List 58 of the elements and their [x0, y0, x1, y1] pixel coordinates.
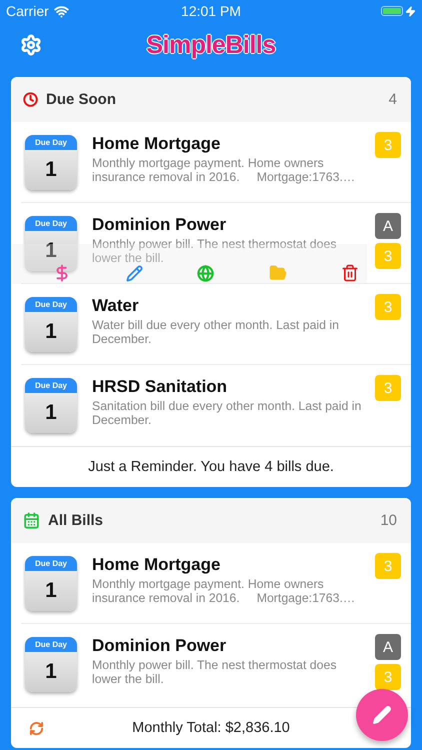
calendar-icon: [23, 512, 40, 529]
bill-tag: 3: [375, 243, 401, 269]
bill-description: Monthly power bill. The nest thermostat does lower the bill.: [92, 658, 338, 686]
due-label: Due Day: [25, 135, 77, 150]
due-day: 1: [25, 150, 77, 190]
bill-name: Home Mortgage: [92, 134, 222, 154]
section-title: All Bills: [48, 512, 104, 529]
clock-time: 12:01 PM: [181, 3, 241, 19]
due-day: 1: [25, 231, 77, 271]
bill-description: Monthly mortgage payment. Home owners insurance removal in 2016. Mortgage:1763.…: [92, 156, 356, 184]
bill-tag: A: [375, 213, 401, 239]
bill-tag: 3: [375, 664, 401, 690]
due-day: 1: [25, 652, 77, 692]
bill-description: Water bill due every other month. Last paid in December.: [92, 318, 340, 346]
due-label: Due Day: [25, 556, 77, 571]
bill-name: Water: [92, 296, 140, 316]
bill-row[interactable]: Due Day 1 Dominion Power Monthly power bill. The nest thermostat does lower the bill. A 3: [11, 203, 411, 284]
bill-name: Dominion Power: [92, 215, 228, 235]
due-day: 1: [25, 571, 77, 611]
bill-row[interactable]: Due Day 1 Dominion Power Monthly power bill. The nest thermostat does lower the bill. A 3: [11, 624, 411, 705]
refresh-icon[interactable]: [29, 721, 44, 736]
battery-icon: [381, 6, 403, 16]
bill-description: Monthly power bill. The nest thermostat does lower the bill.: [92, 237, 338, 265]
edit-icon[interactable]: [126, 265, 142, 282]
trash-icon[interactable]: [341, 264, 359, 282]
bill-name: Dominion Power: [92, 636, 228, 656]
bill-description: Sanitation bill due every other month. Last paid in December.: [92, 399, 362, 427]
carrier-name: Carrier: [6, 3, 49, 19]
due-label: Due Day: [25, 637, 77, 652]
bill-row[interactable]: Due Day 1 Home Mortgage Monthly mortgage payment. Home owners insurance removal in 2016. Mortgage:1763.… 3: [11, 543, 411, 624]
reminder-message: Just a Reminder. You have 4 bills due.: [88, 459, 334, 475]
globe-icon[interactable]: [197, 265, 214, 282]
bill-tag: 3: [375, 375, 401, 401]
section-title: Due Soon: [46, 91, 117, 108]
bill-description: Monthly mortgage payment. Home owners insurance removal in 2016. Mortgage:1763.…: [92, 577, 356, 605]
bill-name: Home Mortgage: [92, 555, 222, 575]
due-label: Due Day: [25, 216, 77, 231]
bill-tag: 3: [375, 132, 401, 158]
due-day: 1: [25, 312, 77, 352]
section-count: 4: [388, 91, 397, 108]
bill-row[interactable]: Due Day 1 Water Water bill due every other month. Last paid in December. 3: [11, 284, 411, 365]
due-label: Due Day: [25, 297, 77, 312]
bill-tag: A: [375, 634, 401, 660]
charging-icon: [405, 6, 416, 16]
wifi-icon: [54, 4, 69, 18]
bill-name: HRSD Sanitation: [92, 377, 228, 397]
clock-icon: [23, 92, 38, 107]
due-label: Due Day: [25, 378, 77, 393]
pencil-icon: [372, 705, 392, 725]
settings-icon[interactable]: [20, 34, 42, 56]
bill-tag: 3: [375, 294, 401, 320]
monthly-total: Monthly Total: $2,836.10: [132, 720, 290, 736]
bill-tag: 3: [375, 553, 401, 579]
section-count: 10: [380, 512, 397, 529]
due-day: 1: [25, 393, 77, 433]
bill-row[interactable]: Due Day 1 Home Mortgage Monthly mortgage payment. Home owners insurance removal in 2016. Mortgage:1763.… 3: [11, 122, 411, 203]
app-logo: SimpleBills: [146, 30, 276, 60]
bill-row[interactable]: Due Day 1 HRSD Sanitation Sanitation bill due every other month. Last paid in December. 3: [11, 365, 411, 446]
